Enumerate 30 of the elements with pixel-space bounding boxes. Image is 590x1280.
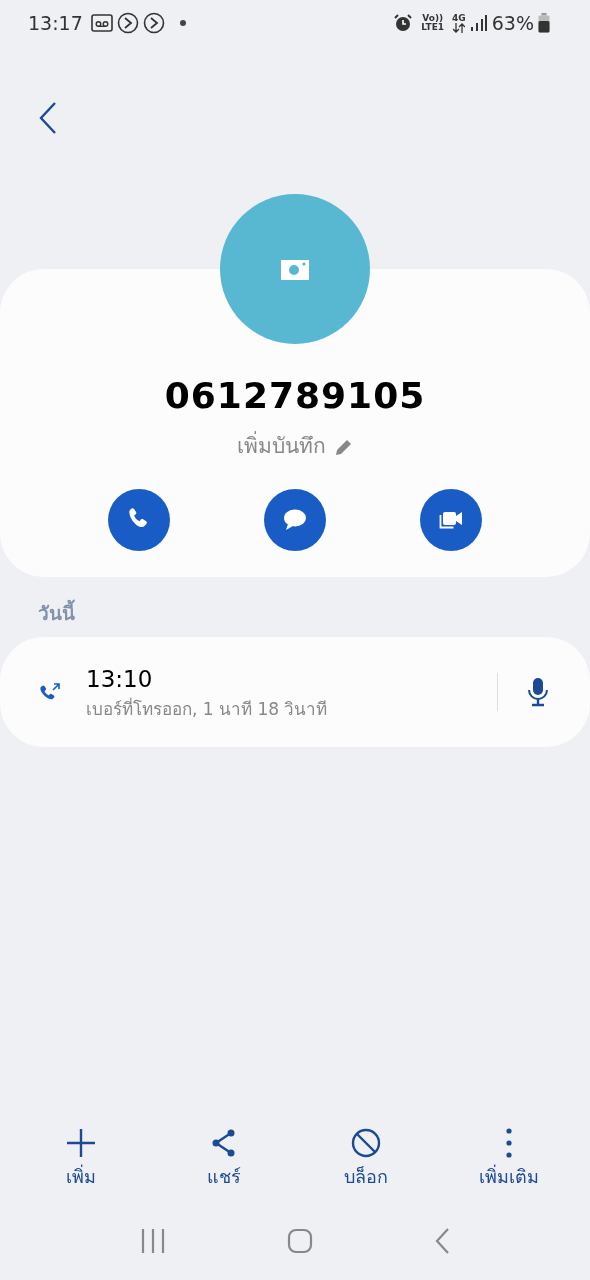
status-time: 13:17 [28, 10, 83, 36]
network-label: 4G [452, 13, 466, 23]
battery-icon [538, 13, 550, 33]
section-label: วันนี้ [38, 598, 76, 626]
add-note-link[interactable]: เพิ่มบันทึก [236, 431, 354, 463]
signal-icon [469, 14, 488, 32]
play-circle-icon [116, 12, 139, 34]
toolbar-button[interactable]: แชร์ [163, 1127, 284, 1190]
block-icon [350, 1127, 383, 1159]
more-icon [504, 1127, 513, 1159]
call-log-item[interactable]: 13:10 เบอร์ที่โทรออก, 1 นาที 18 วินาที [0, 637, 590, 747]
toolbar-button[interactable]: เพิ่ม [21, 1127, 142, 1190]
toolbar-button[interactable]: บล็อก [306, 1127, 427, 1190]
dot-icon [178, 19, 187, 27]
voicemail-icon [90, 14, 113, 32]
phone-number: 0612789105 [164, 374, 426, 418]
microphone-icon [526, 677, 550, 707]
toolbar-button[interactable]: เพิ่มเติม [448, 1127, 569, 1190]
lte-label: LTE1 [421, 23, 445, 32]
call-time: 13:10 [86, 665, 154, 694]
battery-percent: 63% [491, 10, 534, 36]
volte-label: Vo)) [421, 14, 445, 23]
data-arrows-icon [452, 22, 465, 33]
plus-icon [65, 1127, 98, 1159]
home-button[interactable] [287, 1228, 313, 1254]
call-detail: เบอร์ที่โทรออก, 1 นาที 18 วินาที [86, 696, 329, 721]
recent-apps-button[interactable] [140, 1227, 167, 1255]
alarm-icon [393, 13, 414, 33]
back-nav-button[interactable] [433, 1227, 450, 1255]
play-circle-icon [142, 12, 165, 34]
